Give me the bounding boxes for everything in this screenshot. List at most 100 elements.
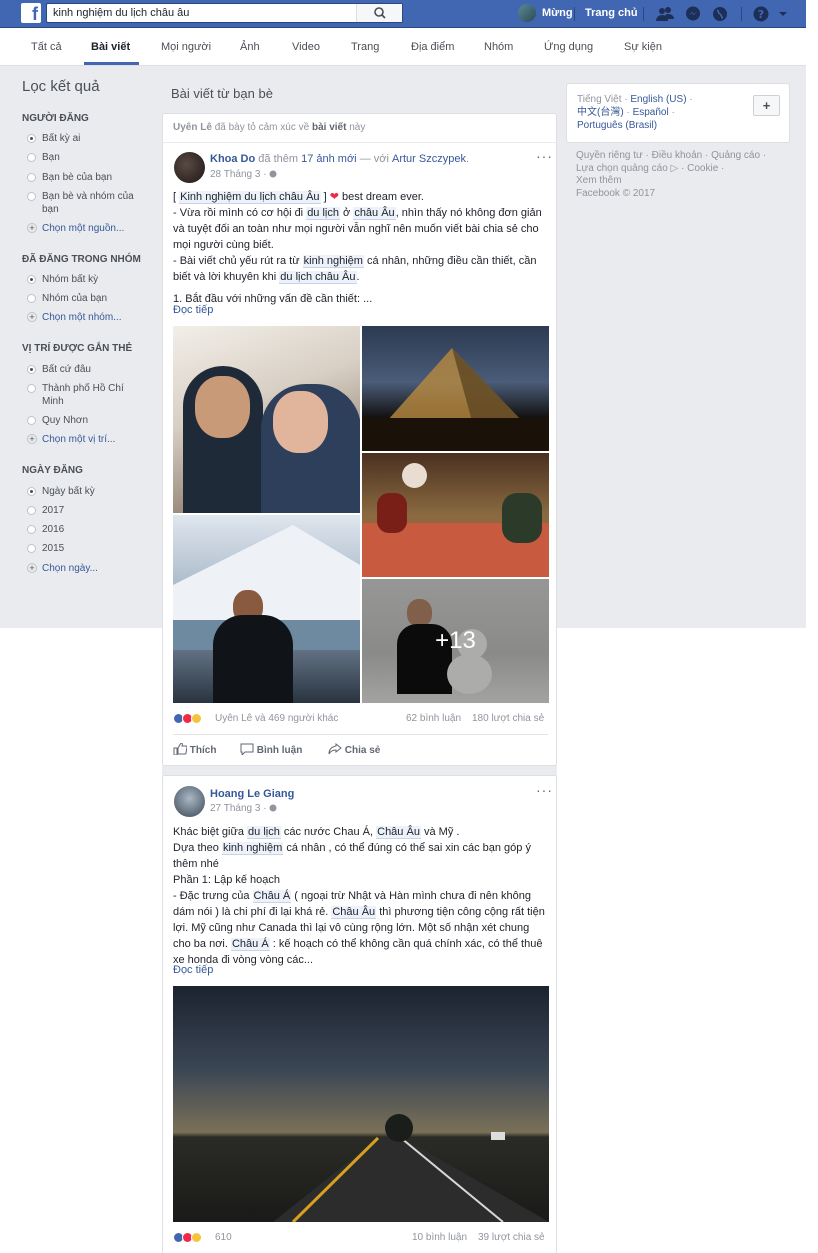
ads-link[interactable]: Quảng cáo [711, 150, 760, 161]
notifications-globe-icon[interactable] [711, 5, 729, 23]
more-options-icon[interactable]: ··· [536, 782, 553, 798]
post-photo[interactable] [173, 326, 360, 513]
terms-link[interactable]: Điều khoản [652, 150, 703, 161]
add-language-button[interactable]: + [753, 95, 780, 116]
post-photo[interactable] [173, 986, 549, 1222]
photos-link[interactable]: 17 ảnh mới [301, 153, 357, 165]
radio-selected [27, 365, 36, 374]
messenger-icon[interactable] [684, 5, 702, 23]
search-input-value[interactable]: kinh nghiệm du lịch châu âu [53, 7, 189, 19]
section-title-location: VỊ TRÍ ĐƯỢC GẮN THẺ [22, 343, 133, 354]
filter-option[interactable]: Nhóm của bạn [27, 292, 147, 305]
choose-location-link[interactable]: + Chọn một vị trí... [27, 433, 147, 446]
post-photo[interactable] [362, 453, 549, 577]
chevron-down-icon[interactable] [777, 5, 789, 23]
tab-places[interactable]: Địa điểm [411, 41, 454, 53]
post-date[interactable]: 27 Tháng 3 · [210, 803, 267, 814]
more-options-icon[interactable]: ··· [536, 148, 553, 164]
tab-people[interactable]: Mọi người [161, 41, 211, 53]
facebook-logo-icon[interactable]: f [21, 3, 41, 24]
filter-option[interactable]: Bất cứ đâu [27, 363, 147, 376]
language-link[interactable]: 中文(台灣) [577, 107, 624, 118]
post-photo[interactable]: +13 [362, 579, 549, 703]
radio [27, 416, 36, 425]
post-header-line: Khoa Do đã thêm 17 ảnh mới — với Artur S… [210, 153, 470, 165]
post-separator [162, 766, 557, 775]
filter-option[interactable]: Bạn bè của bạn [27, 171, 147, 184]
filter-option[interactable]: Nhóm bất kỳ [27, 273, 147, 286]
share-count[interactable]: 180 lượt chia sẻ [472, 713, 544, 724]
radio [27, 153, 36, 162]
filter-option[interactable]: Ngày bất kỳ [27, 485, 147, 498]
author-name[interactable]: Hoang Le Giang [210, 788, 294, 800]
filter-option[interactable]: Bất kỳ ai [27, 132, 147, 145]
help-icon[interactable]: ? [752, 5, 770, 23]
tab-events[interactable]: Sự kiện [624, 41, 662, 53]
search-icon [374, 7, 386, 19]
cookies-link[interactable]: Cookie [687, 163, 718, 174]
language-link[interactable]: Español [633, 107, 669, 118]
avatar[interactable] [174, 786, 205, 817]
tab-posts[interactable]: Bài viết [91, 41, 130, 53]
tab-all[interactable]: Tất cả [31, 41, 62, 53]
reaction-summary[interactable]: Uyên Lê và 469 người khác [215, 713, 338, 724]
post-text: [ Kinh nghiệm du lịch châu Âu ] ❤ best d… [173, 191, 542, 305]
post-photo[interactable] [362, 326, 549, 451]
avatar[interactable] [174, 152, 205, 183]
filter-option[interactable]: 2015 [27, 542, 147, 555]
globe-icon [269, 170, 277, 178]
tab-apps[interactable]: Ứng dụng [544, 41, 593, 53]
share-count[interactable]: 39 lượt chia sẻ [478, 1232, 545, 1243]
top-navbar: f kinh nghiệm du lịch châu âu Mừng Trang… [0, 0, 806, 28]
share-button[interactable]: Chia sẻ [328, 742, 380, 756]
filter-option[interactable]: Thành phố Hồ Chí Minh [27, 382, 147, 408]
section-title-date: NGÀY ĐĂNG [22, 465, 83, 476]
language-current: Tiếng Việt [577, 94, 622, 105]
radio-selected [27, 275, 36, 284]
language-link[interactable]: Português (Brasil) [577, 120, 657, 131]
home-link[interactable]: Trang chủ [585, 7, 638, 19]
comment-count[interactable]: 62 bình luận [406, 713, 461, 724]
post-photo[interactable] [173, 515, 360, 703]
reaction-summary[interactable]: 610 [215, 1232, 232, 1243]
filter-option[interactable]: Bạn bè và nhóm của bạn [27, 190, 147, 216]
friend-requests-icon[interactable] [656, 5, 674, 23]
tab-photos[interactable]: Ảnh [240, 41, 260, 53]
filter-option[interactable]: Bạn [27, 151, 147, 164]
radio [27, 525, 36, 534]
choose-source-link[interactable]: + Chọn một nguồn... [27, 222, 147, 235]
post-card: Hoang Le Giang 27 Tháng 3 · ··· Khác biệ… [162, 775, 557, 1253]
tab-videos[interactable]: Video [292, 41, 320, 53]
plus-icon: + [27, 434, 37, 444]
language-selector: Tiếng Việt · English (US) · 中文(台灣) · Esp… [566, 83, 790, 143]
plus-icon: + [27, 312, 37, 322]
filter-option[interactable]: 2017 [27, 504, 147, 517]
post-link[interactable]: bài viết [312, 122, 346, 133]
language-link[interactable]: English (US) [630, 94, 686, 105]
thumbs-up-icon [173, 742, 188, 756]
like-button[interactable]: Thích [173, 742, 216, 756]
comment-button[interactable]: Bình luận [240, 743, 302, 757]
choose-group-link[interactable]: + Chọn một nhóm... [27, 311, 147, 324]
actor-link[interactable]: Uyên Lê [173, 122, 212, 133]
filter-option[interactable]: Quy Nhơn [27, 414, 147, 427]
tab-pages[interactable]: Trang [351, 41, 379, 53]
choose-date-link[interactable]: + Chọn ngày... [27, 562, 147, 575]
search-input[interactable]: kinh nghiệm du lịch châu âu [46, 3, 403, 23]
see-more-link[interactable]: Xem thêm [576, 175, 622, 186]
author-name[interactable]: Khoa Do [210, 153, 255, 165]
divider [574, 7, 575, 21]
search-button[interactable] [356, 4, 402, 22]
comment-count[interactable]: 10 bình luận [412, 1232, 467, 1243]
tagged-friend[interactable]: Artur Szczypek [392, 153, 466, 165]
activity-header: Uyên Lê đã bày tỏ cảm xúc về bài viết nà… [162, 113, 557, 143]
section-title-poster: NGƯỜI ĐĂNG [22, 113, 89, 124]
ad-choices-link[interactable]: Lựa chọn quảng cáo [576, 163, 668, 174]
post-date[interactable]: 28 Tháng 3 · [210, 169, 267, 180]
privacy-link[interactable]: Quyền riêng tư [576, 150, 643, 161]
tab-groups[interactable]: Nhóm [484, 41, 513, 53]
read-more-link[interactable]: Đọc tiếp [173, 964, 213, 976]
read-more-link[interactable]: Đọc tiếp [173, 304, 213, 316]
filter-option[interactable]: 2016 [27, 523, 147, 536]
post-meta: 28 Tháng 3 · [210, 169, 277, 180]
